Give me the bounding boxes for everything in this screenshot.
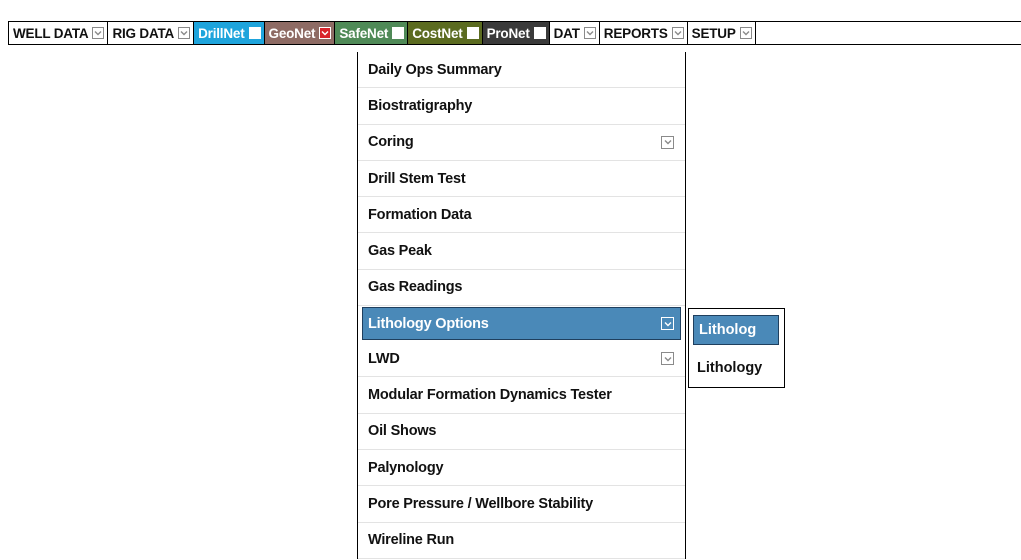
menu-tab-label: RIG DATA xyxy=(112,25,175,41)
submenu-item-lithology[interactable]: Lithology xyxy=(697,358,762,378)
menu-item-label: Oil Shows xyxy=(368,423,437,440)
chevron-down-icon[interactable] xyxy=(319,27,332,39)
menu-tab-label: DrillNet xyxy=(198,25,245,41)
menu-item-label: Wireline Run xyxy=(368,532,455,549)
chevron-down-icon[interactable] xyxy=(248,27,261,39)
menu-item-label: Drill Stem Test xyxy=(368,170,466,187)
menu-item-biostratigraphy[interactable]: Biostratigraphy xyxy=(358,88,685,125)
menu-tab-label: REPORTS xyxy=(603,25,668,41)
menu-tab-label: SafeNet xyxy=(339,25,389,41)
menu-item-modular-formation-dynamics-tester[interactable]: Modular Formation Dynamics Tester xyxy=(358,377,685,414)
menu-item-wireline-run[interactable]: Wireline Run xyxy=(358,523,685,559)
chevron-down-icon[interactable] xyxy=(739,27,752,39)
menu-item-palynology[interactable]: Palynology xyxy=(358,450,685,487)
menu-tab-rig-data[interactable]: RIG DATA xyxy=(108,22,195,44)
menu-item-drill-stem-test[interactable]: Drill Stem Test xyxy=(358,161,685,198)
menu-item-gas-readings[interactable]: Gas Readings xyxy=(358,270,685,307)
chevron-down-icon[interactable] xyxy=(392,27,405,39)
menu-item-label: Daily Ops Summary xyxy=(368,61,502,78)
menu-item-label: Formation Data xyxy=(368,206,472,223)
menu-tab-label: GeoNet xyxy=(268,25,316,41)
menu-item-label: Biostratigraphy xyxy=(368,97,473,114)
menu-item-label: Pore Pressure / Wellbore Stability xyxy=(368,495,594,512)
menu-tab-label: WELL DATA xyxy=(13,25,89,41)
chevron-down-icon[interactable] xyxy=(92,27,105,39)
menu-tab-safenet[interactable]: SafeNet xyxy=(335,22,409,44)
menu-item-label: Modular Formation Dynamics Tester xyxy=(368,387,612,404)
chevron-down-icon[interactable] xyxy=(661,317,674,331)
chevron-down-icon[interactable] xyxy=(533,27,546,39)
menu-tab-costnet[interactable]: CostNet xyxy=(408,22,483,44)
menu-item-lithology-options[interactable]: Lithology Options xyxy=(362,307,681,341)
menu-item-pore-pressure-wellbore-stability[interactable]: Pore Pressure / Wellbore Stability xyxy=(358,486,685,523)
main-menubar: WELL DATA RIG DATA DrillNet GeoNet SafeNet Co… xyxy=(8,21,1021,45)
menu-item-formation-data[interactable]: Formation Data xyxy=(358,197,685,234)
chevron-down-icon[interactable] xyxy=(661,135,674,149)
menu-tab-drillnet[interactable]: DrillNet xyxy=(194,22,265,44)
menu-item-gas-peak[interactable]: Gas Peak xyxy=(358,233,685,270)
chevron-down-icon[interactable] xyxy=(671,27,684,39)
menu-item-label: Gas Readings xyxy=(368,279,463,296)
menu-item-lwd[interactable]: LWD xyxy=(358,341,685,378)
menu-item-label: Palynology xyxy=(368,459,444,476)
menu-tab-label: ProNet xyxy=(486,25,530,41)
chevron-down-icon[interactable] xyxy=(466,27,479,39)
menu-tab-well-data[interactable]: WELL DATA xyxy=(9,22,109,44)
menu-tab-dat[interactable]: DAT xyxy=(549,22,600,44)
menu-item-label: LWD xyxy=(368,350,400,367)
menu-tab-setup[interactable]: SETUP xyxy=(687,22,756,44)
geonet-dropdown-menu: Daily Ops Summary Biostratigraphy Coring Dr… xyxy=(357,52,686,559)
menu-item-label: Lithology Options xyxy=(368,315,489,332)
chevron-down-icon[interactable] xyxy=(661,352,674,366)
submenu-item-litholog[interactable]: Litholog xyxy=(693,315,779,345)
chevron-down-icon[interactable] xyxy=(583,27,596,39)
menu-item-coring[interactable]: Coring xyxy=(358,125,685,161)
menu-item-label: Coring xyxy=(368,134,414,151)
chevron-down-icon[interactable] xyxy=(178,27,191,39)
menu-tab-reports[interactable]: REPORTS xyxy=(599,22,688,44)
menu-item-daily-ops-summary[interactable]: Daily Ops Summary xyxy=(358,52,685,89)
lithology-options-submenu: Litholog Lithology xyxy=(688,308,785,388)
menu-item-label: Gas Peak xyxy=(368,243,432,260)
menu-item-oil-shows[interactable]: Oil Shows xyxy=(358,414,685,450)
menu-tab-label: DAT xyxy=(553,25,580,41)
menu-tab-label: CostNet xyxy=(412,25,463,41)
menu-tab-geonet[interactable]: GeoNet xyxy=(264,22,336,44)
menu-tab-pronet[interactable]: ProNet xyxy=(482,22,550,44)
menu-tab-label: SETUP xyxy=(691,25,736,41)
